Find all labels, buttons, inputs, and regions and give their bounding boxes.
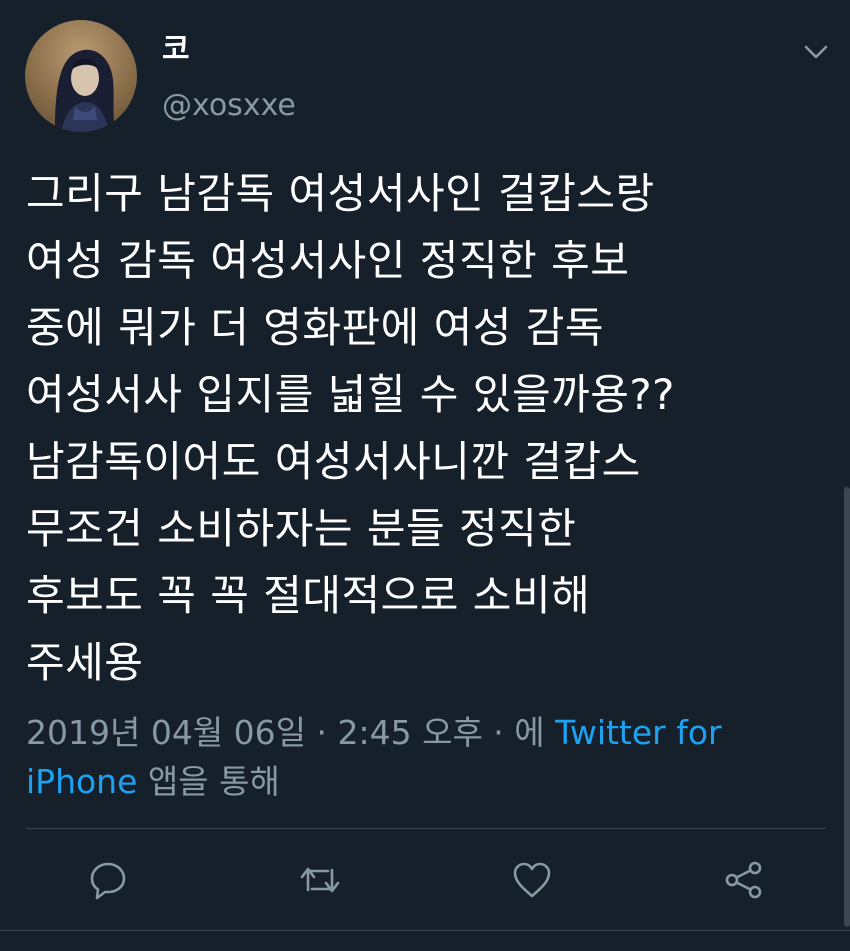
- display-name[interactable]: 코: [162, 30, 190, 70]
- chevron-down-icon[interactable]: [800, 36, 832, 68]
- scrollbar[interactable]: [844, 487, 850, 927]
- tweet-detail-screen: 코 @xosxxe 그리구 남감독 여성서사인 걸캅스랑 여성 감독 여성서사인…: [0, 0, 850, 951]
- avatar-portrait-icon: [55, 49, 117, 132]
- share-icon[interactable]: [722, 858, 766, 902]
- bottom-divider: [0, 930, 850, 931]
- user-handle[interactable]: @xosxxe: [162, 86, 296, 126]
- tweet-timestamp: 2019년 04월 06일 · 2:45 오후 · 에: [26, 713, 556, 752]
- source-suffix: 앱을 통해: [137, 762, 280, 801]
- retweet-icon[interactable]: [298, 858, 342, 902]
- tweet-metadata: 2019년 04월 06일 · 2:45 오후 · 에 Twitter for …: [26, 708, 826, 806]
- heart-icon[interactable]: [510, 858, 554, 902]
- profile-avatar[interactable]: [25, 20, 137, 132]
- tweet-text: 그리구 남감독 여성서사인 걸캅스랑 여성 감독 여성서사인 정직한 후보 중에…: [26, 169, 675, 687]
- divider: [26, 828, 826, 829]
- reply-icon[interactable]: [86, 858, 130, 902]
